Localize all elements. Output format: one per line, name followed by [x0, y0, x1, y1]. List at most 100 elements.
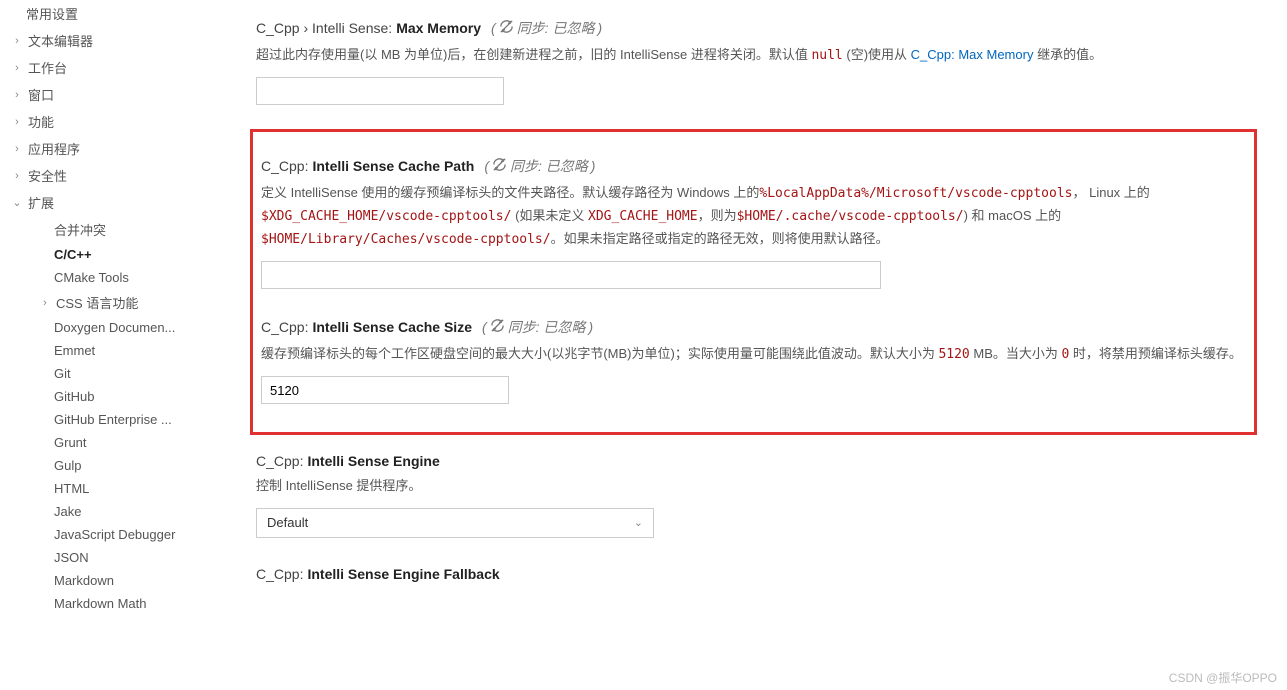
sidebar-item-label: 功能	[28, 112, 54, 131]
sidebar-item[interactable]: ›文本编辑器	[6, 27, 219, 54]
chevron-down-icon: ⌄	[10, 196, 24, 209]
chevron-right-icon: ›	[10, 116, 24, 128]
max-memory-input[interactable]	[256, 77, 504, 105]
sidebar-item-label: 合并冲突	[54, 220, 106, 239]
setting-description: 超过此内存使用量(以 MB 为单位)后，在创建新进程之前，旧的 IntelliS…	[256, 44, 1251, 67]
sidebar-item[interactable]: GitHub Enterprise ...	[6, 408, 219, 431]
sidebar-item-label: JSON	[54, 550, 89, 565]
sidebar-item[interactable]: Git	[6, 362, 219, 385]
settings-sidebar: 常用设置›文本编辑器›工作台›窗口›功能›应用程序›安全性⌄扩展合并冲突C/C+…	[0, 0, 225, 690]
sidebar-item-label: Git	[54, 366, 71, 381]
chevron-right-icon: ›	[38, 297, 52, 309]
sidebar-item[interactable]: Doxygen Documen...	[6, 316, 219, 339]
cache-size-input[interactable]	[261, 376, 509, 404]
sidebar-item[interactable]: 常用设置	[6, 0, 219, 27]
chevron-right-icon: ›	[10, 62, 24, 74]
code-literal: 5120	[938, 347, 969, 362]
sync-ignored-badge: ( 同步: 已忽略)	[491, 18, 602, 38]
sidebar-item-label: Emmet	[54, 343, 95, 358]
sidebar-item[interactable]: › 窗口	[6, 81, 219, 108]
sidebar-item-label: CSS 语言功能	[56, 293, 138, 312]
setting-name: Max Memory	[396, 20, 481, 36]
setting-name: Intelli Sense Engine Fallback	[307, 566, 499, 582]
sidebar-item[interactable]: 合并冲突	[6, 216, 219, 243]
sidebar-item[interactable]: › 功能	[6, 108, 219, 135]
setting-name: Intelli Sense Cache Path	[312, 158, 474, 174]
sidebar-item[interactable]: Markdown Math	[6, 592, 219, 615]
sidebar-item[interactable]: Markdown	[6, 569, 219, 592]
sidebar-item-label: 文本编辑器	[28, 31, 93, 50]
sidebar-item[interactable]: › 安全性	[6, 162, 219, 189]
setting-description: 控制 IntelliSense 提供程序。	[256, 475, 1251, 497]
sidebar-item-label: 扩展	[28, 193, 54, 212]
sync-ignored-badge: ( 同步: 已忽略)	[484, 156, 595, 176]
sync-label: 同步: 已忽略	[510, 156, 588, 176]
sidebar-item[interactable]: › 应用程序	[6, 135, 219, 162]
sidebar-item-label: HTML	[54, 481, 89, 496]
sidebar-item[interactable]: GitHub	[6, 385, 219, 408]
code-literal: XDG_CACHE_HOME	[588, 209, 698, 224]
chevron-right-icon: ›	[10, 143, 24, 155]
sidebar-item-label: GitHub Enterprise ...	[54, 412, 172, 427]
sidebar-item[interactable]: Grunt	[6, 431, 219, 454]
setting-title: C_Cpp: Intelli Sense Cache Size ( 同步: 已忽…	[261, 317, 1246, 337]
watermark: CSDN @振华OPPO	[1169, 669, 1277, 686]
sidebar-item[interactable]: HTML	[6, 477, 219, 500]
sidebar-item-label: Markdown Math	[54, 596, 146, 611]
engine-select[interactable]: Default ⌄	[256, 508, 654, 538]
code-literal: $HOME/Library/Caches/vscode-cpptools/	[261, 232, 551, 247]
setting-prefix: C_Cpp › Intelli Sense:	[256, 20, 392, 36]
sync-label: 同步: 已忽略	[517, 18, 595, 38]
setting-name: Intelli Sense Cache Size	[312, 319, 472, 335]
setting-title: C_Cpp: Intelli Sense Engine Fallback	[256, 566, 1251, 582]
sidebar-item[interactable]: C/C++	[6, 243, 219, 266]
chevron-right-icon: ›	[10, 89, 24, 101]
chevron-right-icon: ›	[10, 170, 24, 182]
setting-prefix: C_Cpp:	[256, 566, 303, 582]
setting-cache-path: C_Cpp: Intelli Sense Cache Path ( 同步: 已忽…	[255, 138, 1252, 299]
code-literal: $XDG_CACHE_HOME/vscode-cpptools/	[261, 209, 511, 224]
sync-ignored-badge: ( 同步: 已忽略)	[482, 317, 593, 337]
sync-off-icon	[490, 318, 505, 336]
sidebar-item-label: Markdown	[54, 573, 114, 588]
sidebar-item[interactable]: Gulp	[6, 454, 219, 477]
sidebar-item[interactable]: › CSS 语言功能	[6, 289, 219, 316]
sidebar-item-label: C/C++	[54, 247, 92, 262]
setting-prefix: C_Cpp:	[261, 158, 308, 174]
setting-prefix: C_Cpp:	[256, 453, 303, 469]
sidebar-item-label: Doxygen Documen...	[54, 320, 175, 335]
sidebar-item-label: 窗口	[28, 85, 54, 104]
setting-title: C_Cpp: Intelli Sense Engine	[256, 453, 1251, 469]
sidebar-item[interactable]: Emmet	[6, 339, 219, 362]
sidebar-item[interactable]: ›工作台	[6, 54, 219, 81]
select-value: Default	[267, 515, 308, 530]
sidebar-item-label: Grunt	[54, 435, 87, 450]
sidebar-item-label: 常用设置	[26, 4, 78, 23]
sync-off-icon	[492, 157, 507, 175]
sidebar-item[interactable]: ⌄ 扩展	[6, 189, 219, 216]
sidebar-item-label: CMake Tools	[54, 270, 129, 285]
sidebar-item[interactable]: CMake Tools	[6, 266, 219, 289]
setting-name: Intelli Sense Engine	[307, 453, 439, 469]
sidebar-item[interactable]: Jake	[6, 500, 219, 523]
sidebar-item[interactable]: JSON	[6, 546, 219, 569]
setting-engine: C_Cpp: Intelli Sense Engine 控制 IntelliSe…	[250, 435, 1257, 547]
chevron-down-icon: ⌄	[634, 516, 643, 529]
code-literal: %LocalAppData%/Microsoft/vscode-cpptools	[759, 186, 1072, 201]
sidebar-item-label: Jake	[54, 504, 81, 519]
code-literal: $HOME/.cache/vscode-cpptools/	[737, 209, 964, 224]
settings-content: C_Cpp › Intelli Sense: Max Memory ( 同步: …	[225, 0, 1287, 690]
cache-path-input[interactable]	[261, 261, 881, 289]
sidebar-item-label: JavaScript Debugger	[54, 527, 175, 542]
code-literal: null	[811, 48, 842, 63]
setting-cache-size: C_Cpp: Intelli Sense Cache Size ( 同步: 已忽…	[255, 299, 1252, 414]
sidebar-item-label: 应用程序	[28, 139, 80, 158]
sidebar-item[interactable]: JavaScript Debugger	[6, 523, 219, 546]
sidebar-item-label: 安全性	[28, 166, 67, 185]
sidebar-item-label: Gulp	[54, 458, 81, 473]
setting-title: C_Cpp: Intelli Sense Cache Path ( 同步: 已忽…	[261, 156, 1246, 176]
setting-description: 缓存预编译标头的每个工作区硬盘空间的最大大小(以兆字节(MB)为单位)；实际使用…	[261, 343, 1246, 366]
sidebar-item-label: GitHub	[54, 389, 94, 404]
setting-prefix: C_Cpp:	[261, 319, 308, 335]
setting-link[interactable]: C_Cpp: Max Memory	[911, 47, 1034, 62]
